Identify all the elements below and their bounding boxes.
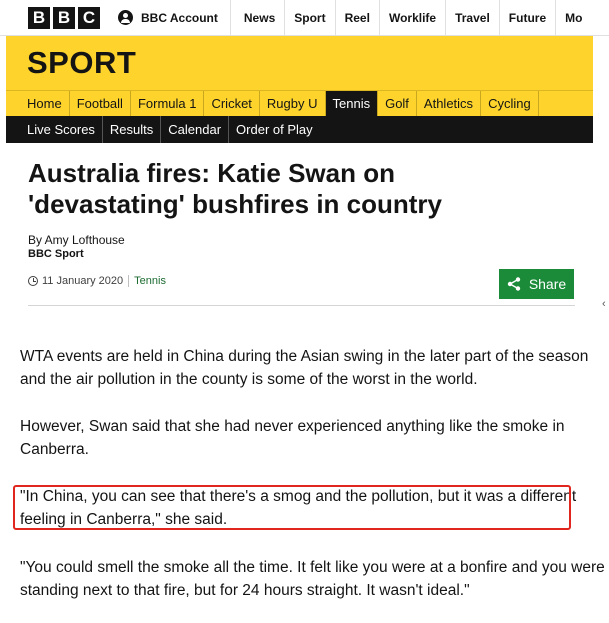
- sport-nav-cricket[interactable]: Cricket: [204, 91, 260, 116]
- global-nav-worklife[interactable]: Worklife: [378, 0, 445, 36]
- user-icon: [118, 10, 133, 25]
- global-nav-future[interactable]: Future: [498, 0, 555, 36]
- global-nav: News Sport Reel Worklife Travel Future M…: [235, 0, 592, 36]
- bbc-account-link[interactable]: BBC Account: [118, 0, 231, 36]
- bbc-logo-letter: B: [28, 6, 50, 29]
- clock-icon: [28, 276, 38, 286]
- article-paragraph: "You could smell the smoke all the time.…: [20, 559, 605, 599]
- highlight-annotation-box: [13, 485, 571, 530]
- byline-source: BBC Sport: [28, 248, 84, 260]
- sport-nav-tennis[interactable]: Tennis: [325, 91, 379, 116]
- sub-nav-order-of-play[interactable]: Order of Play: [229, 116, 320, 143]
- sport-nav-cycling[interactable]: Cycling: [481, 91, 539, 116]
- sport-title[interactable]: SPORT: [27, 45, 136, 81]
- sub-nav-results[interactable]: Results: [103, 116, 162, 143]
- article-tag-link[interactable]: Tennis: [134, 275, 166, 287]
- global-nav-more[interactable]: Mo: [555, 0, 591, 36]
- sport-nav-home[interactable]: Home: [6, 91, 70, 116]
- sport-nav-athletics[interactable]: Athletics: [417, 91, 482, 116]
- article-paragraph: However, Swan said that she had never ex…: [20, 418, 565, 458]
- account-label: BBC Account: [141, 10, 218, 25]
- article-headline: Australia fires: Katie Swan on 'devastat…: [28, 158, 442, 219]
- chevron-left-icon[interactable]: ‹: [602, 298, 606, 310]
- article-meta: 11 January 2020 Tennis: [28, 275, 166, 287]
- global-nav-reel[interactable]: Reel: [334, 0, 379, 36]
- bbc-logo[interactable]: B B C: [28, 6, 100, 29]
- article-paragraph: WTA events are held in China during the …: [20, 348, 589, 388]
- global-nav-travel[interactable]: Travel: [445, 0, 499, 36]
- sport-nav-golf[interactable]: Golf: [378, 91, 417, 116]
- article-date: 11 January 2020: [42, 275, 124, 287]
- share-icon: [507, 277, 521, 291]
- header-divider: [28, 305, 575, 306]
- sport-nav-football[interactable]: Football: [70, 91, 131, 116]
- sport-nav-rugby-union[interactable]: Rugby U: [260, 91, 326, 116]
- tennis-sub-nav: Live Scores Results Calendar Order of Pl…: [6, 116, 593, 143]
- global-nav-sport[interactable]: Sport: [284, 0, 334, 36]
- sport-header: SPORT: [6, 36, 593, 90]
- byline-author: By Amy Lofthouse: [28, 233, 125, 247]
- sport-nav-formula-1[interactable]: Formula 1: [131, 91, 205, 116]
- bbc-top-bar: B B C BBC Account News Sport Reel Workli…: [0, 0, 609, 36]
- global-nav-news[interactable]: News: [235, 0, 284, 36]
- share-label: Share: [528, 276, 567, 292]
- bbc-logo-letter: B: [53, 6, 75, 29]
- sub-nav-calendar[interactable]: Calendar: [161, 116, 230, 143]
- sub-nav-live-scores[interactable]: Live Scores: [6, 116, 103, 143]
- sport-nav: Home Football Formula 1 Cricket Rugby U …: [6, 90, 593, 116]
- share-button[interactable]: Share: [499, 269, 574, 299]
- bbc-logo-letter: C: [78, 6, 100, 29]
- meta-divider: [128, 275, 130, 287]
